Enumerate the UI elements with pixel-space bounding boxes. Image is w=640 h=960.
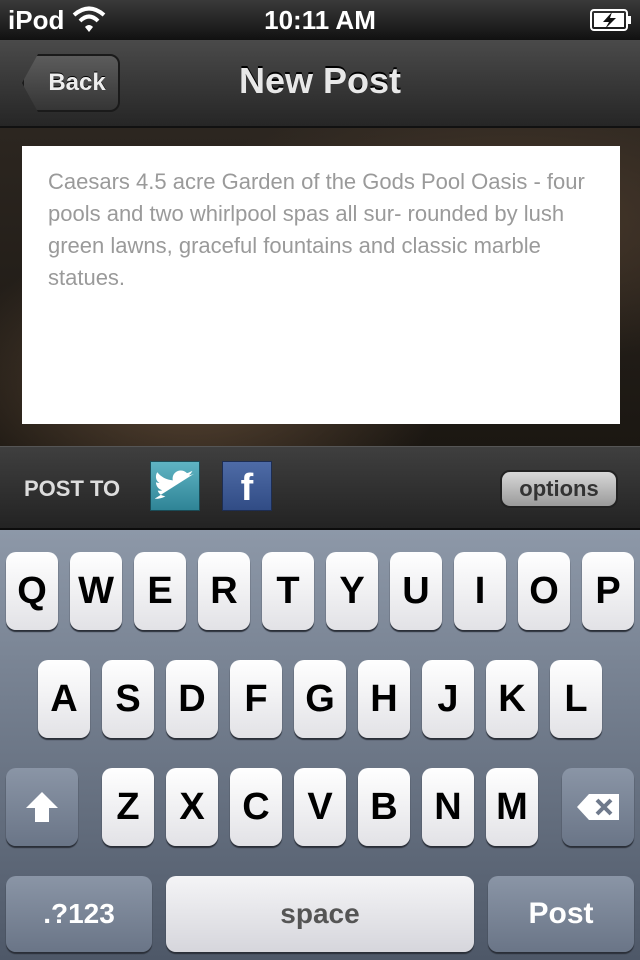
key-label: .?123 <box>43 898 115 929</box>
key-q[interactable]: Q <box>6 552 58 630</box>
key-label: M <box>496 785 528 828</box>
key-label: X <box>179 785 205 828</box>
key-label: F <box>244 677 268 720</box>
key-t[interactable]: T <box>262 552 314 630</box>
key-v[interactable]: V <box>294 768 346 846</box>
key-label: Y <box>339 569 365 612</box>
key-o[interactable]: O <box>518 552 570 630</box>
key-label: U <box>402 569 430 612</box>
key-label: W <box>78 569 114 612</box>
twitter-icon <box>155 470 195 499</box>
key-label: V <box>307 785 333 828</box>
key-u[interactable]: U <box>390 552 442 630</box>
key-l[interactable]: L <box>550 660 602 738</box>
options-button[interactable]: options <box>500 470 618 508</box>
key-k[interactable]: K <box>486 660 538 738</box>
post-to-label: POST TO <box>24 476 121 501</box>
key-n[interactable]: N <box>422 768 474 846</box>
backspace-icon <box>577 794 619 820</box>
key-z[interactable]: Z <box>102 768 154 846</box>
page-title: New Post <box>238 60 402 101</box>
key-b[interactable]: B <box>358 768 410 846</box>
key-m[interactable]: M <box>486 768 538 846</box>
key-label: J <box>437 677 459 720</box>
key-h[interactable]: H <box>358 660 410 738</box>
key-label: P <box>595 569 621 612</box>
post-text: Caesars 4.5 acre Garden of the Gods Pool… <box>48 169 585 290</box>
clock: 10:11 AM <box>264 5 376 35</box>
key-label: O <box>529 569 559 612</box>
key-label: D <box>178 677 206 720</box>
shift-arrow-icon <box>26 792 58 822</box>
key-label: G <box>305 677 335 720</box>
key-label: T <box>276 569 300 612</box>
key-label: N <box>434 785 462 828</box>
key-label: B <box>370 785 398 828</box>
battery-charging-icon <box>590 9 631 31</box>
numbers-key[interactable]: .?123 <box>6 876 152 952</box>
twitter-button[interactable] <box>150 461 200 511</box>
key-label: I <box>474 569 486 612</box>
key-label: Q <box>17 569 47 612</box>
delete-key[interactable] <box>562 768 634 846</box>
key-r[interactable]: R <box>198 552 250 630</box>
key-label: A <box>50 677 78 720</box>
key-e[interactable]: E <box>134 552 186 630</box>
key-label: space <box>280 898 360 929</box>
key-f[interactable]: F <box>230 660 282 738</box>
navigation-bar: Back New Post <box>0 40 640 128</box>
key-label: S <box>115 677 141 720</box>
key-label: L <box>564 677 588 720</box>
key-s[interactable]: S <box>102 660 154 738</box>
key-label: E <box>147 569 173 612</box>
key-p[interactable]: P <box>582 552 634 630</box>
key-w[interactable]: W <box>70 552 122 630</box>
keyboard: Q W E R T Y U I O P A S D F G H J K L Z … <box>0 530 640 960</box>
space-key[interactable]: space <box>166 876 474 952</box>
facebook-button[interactable]: f <box>222 461 272 511</box>
key-c[interactable]: C <box>230 768 282 846</box>
key-label: C <box>242 785 270 828</box>
key-a[interactable]: A <box>38 660 90 738</box>
options-button-label: options <box>519 476 599 501</box>
shift-key[interactable] <box>6 768 78 846</box>
key-d[interactable]: D <box>166 660 218 738</box>
key-label: Post <box>528 897 594 930</box>
key-x[interactable]: X <box>166 768 218 846</box>
key-label: H <box>370 677 398 720</box>
key-label: K <box>498 677 526 720</box>
post-to-bar: POST TO f options <box>0 446 640 530</box>
key-label: R <box>210 569 238 612</box>
status-bar: iPod 10:11 AM <box>0 0 640 40</box>
key-j[interactable]: J <box>422 660 474 738</box>
facebook-icon: f <box>240 467 254 509</box>
key-i[interactable]: I <box>454 552 506 630</box>
key-g[interactable]: G <box>294 660 346 738</box>
post-key[interactable]: Post <box>488 876 634 952</box>
key-y[interactable]: Y <box>326 552 378 630</box>
post-text-field[interactable]: Caesars 4.5 acre Garden of the Gods Pool… <box>22 146 620 424</box>
key-label: Z <box>116 785 140 828</box>
